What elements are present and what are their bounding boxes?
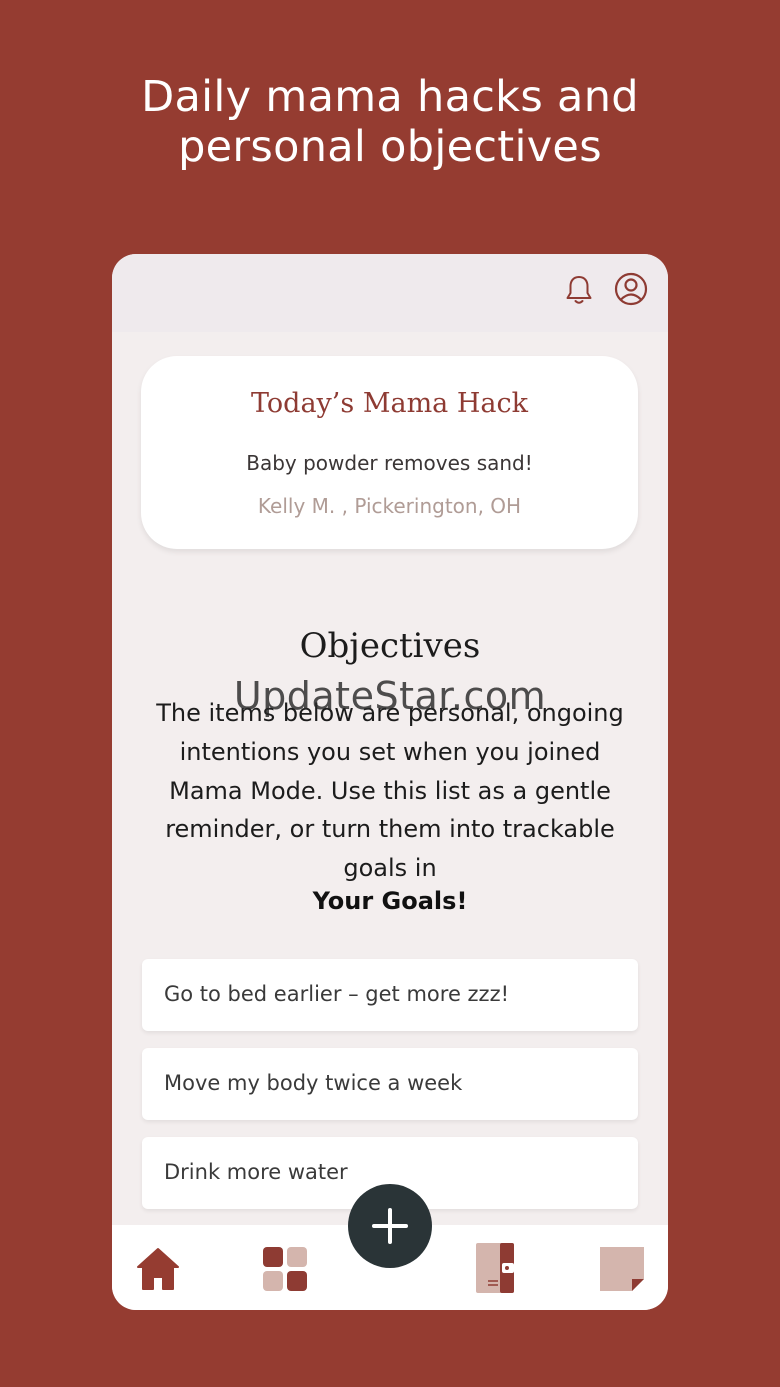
profile-icon[interactable]: [613, 271, 649, 307]
phone-screen: Today’s Mama Hack Baby powder removes sa…: [112, 254, 668, 1310]
objectives-title: Objectives: [299, 626, 481, 666]
mama-hack-title: Today’s Mama Hack: [251, 388, 528, 419]
bell-icon[interactable]: [564, 274, 594, 306]
objective-item-label: Drink more water: [164, 1160, 348, 1184]
watermark: UpdateStar.com: [233, 674, 547, 718]
objectives-description-line: goals in: [343, 854, 437, 883]
headline: Daily mama hacks and personal objectives: [0, 72, 780, 172]
mama-hack-text: Baby powder removes sand!: [246, 451, 533, 475]
objectives-description-line: Mama Mode. Use this list as a gentle: [169, 776, 611, 805]
grid-icon[interactable]: [262, 1246, 308, 1292]
objective-item[interactable]: Go to bed earlier – get more zzz!: [142, 959, 638, 1031]
add-icon: [372, 1208, 408, 1244]
headline-line-1: Daily mama hacks and: [141, 72, 639, 122]
objectives-description-line: reminder, or turn them into trackable: [165, 815, 615, 844]
add-button[interactable]: [348, 1184, 432, 1268]
objective-item-label: Move my body twice a week: [164, 1071, 463, 1095]
note-icon[interactable]: [598, 1245, 646, 1293]
objectives-description-line: intentions you set when you joined: [179, 737, 601, 766]
your-goals-link[interactable]: Your Goals!: [112, 887, 668, 915]
mama-hack-author: Kelly M. , Pickerington, OH: [257, 494, 522, 518]
objective-item-label: Go to bed earlier – get more zzz!: [164, 982, 510, 1006]
mama-hack-card: Today’s Mama Hack Baby powder removes sa…: [141, 356, 638, 549]
objectives-description: The items below are personal, ongoing in…: [132, 694, 648, 888]
objective-item[interactable]: Move my body twice a week: [142, 1048, 638, 1120]
top-bar: [112, 254, 668, 332]
home-icon[interactable]: [134, 1245, 182, 1293]
journal-icon[interactable]: [474, 1241, 516, 1295]
headline-line-2: personal objectives: [178, 122, 602, 172]
